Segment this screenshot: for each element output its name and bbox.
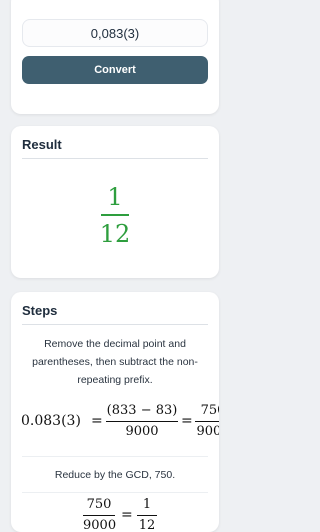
fraction-2-numerator: 750 — [200, 403, 219, 418]
reduce-denominator: 9000 — [83, 518, 117, 532]
step-separator-2 — [22, 492, 208, 493]
result-title: Result — [22, 137, 62, 152]
reduce-equals: = — [121, 507, 133, 523]
equation-lhs: 0.083(3) — [21, 413, 81, 429]
step-1-text: Remove the decimal point and parentheses… — [32, 338, 198, 386]
convert-button[interactable]: Convert — [22, 56, 208, 84]
result-fraction-bar — [101, 214, 129, 216]
reduced-denominator: 12 — [138, 518, 156, 532]
decimal-input[interactable]: 0,083(3) — [22, 19, 208, 47]
fraction-1-numerator: (833 − 83) — [106, 403, 178, 418]
step-2-equation: 750 9000 = 1 12 — [83, 496, 203, 532]
result-numerator: 1 — [107, 183, 123, 211]
fraction-2-denominator: 9000 — [196, 424, 219, 439]
equation-fraction-1: (833 − 83) 9000 — [106, 402, 178, 441]
fraction-2-bar — [195, 421, 219, 422]
reduce-fraction: 750 9000 — [83, 496, 117, 532]
fraction-1-bar — [106, 421, 178, 422]
reduced-numerator: 1 — [142, 497, 152, 512]
step-1-equation: 0.083(3) = (833 − 83) 9000 = 750 9000 — [21, 400, 219, 444]
equation-fraction-2: 750 9000 — [195, 402, 219, 441]
equation-equals-1: = — [91, 413, 103, 429]
result-fraction: 1 12 — [11, 182, 219, 249]
reduce-numerator: 750 — [86, 497, 112, 512]
steps-divider — [22, 324, 208, 325]
steps-title: Steps — [22, 303, 58, 318]
input-card: 0,083(3) Convert — [11, 0, 219, 114]
step-separator — [22, 456, 208, 457]
equation-equals-2: = — [181, 413, 193, 429]
result-card: Result 1 12 — [11, 126, 219, 278]
reduced-fraction: 1 12 — [137, 496, 157, 532]
reduced-fraction-bar — [137, 515, 157, 516]
fraction-1-denominator: 9000 — [125, 424, 159, 439]
reduce-fraction-bar — [83, 515, 115, 516]
result-denominator: 12 — [99, 219, 131, 248]
step-2-text: Reduce by the GCD, 750. — [54, 469, 176, 481]
result-divider — [22, 158, 208, 159]
steps-card: Steps Remove the decimal point and paren… — [11, 292, 219, 532]
